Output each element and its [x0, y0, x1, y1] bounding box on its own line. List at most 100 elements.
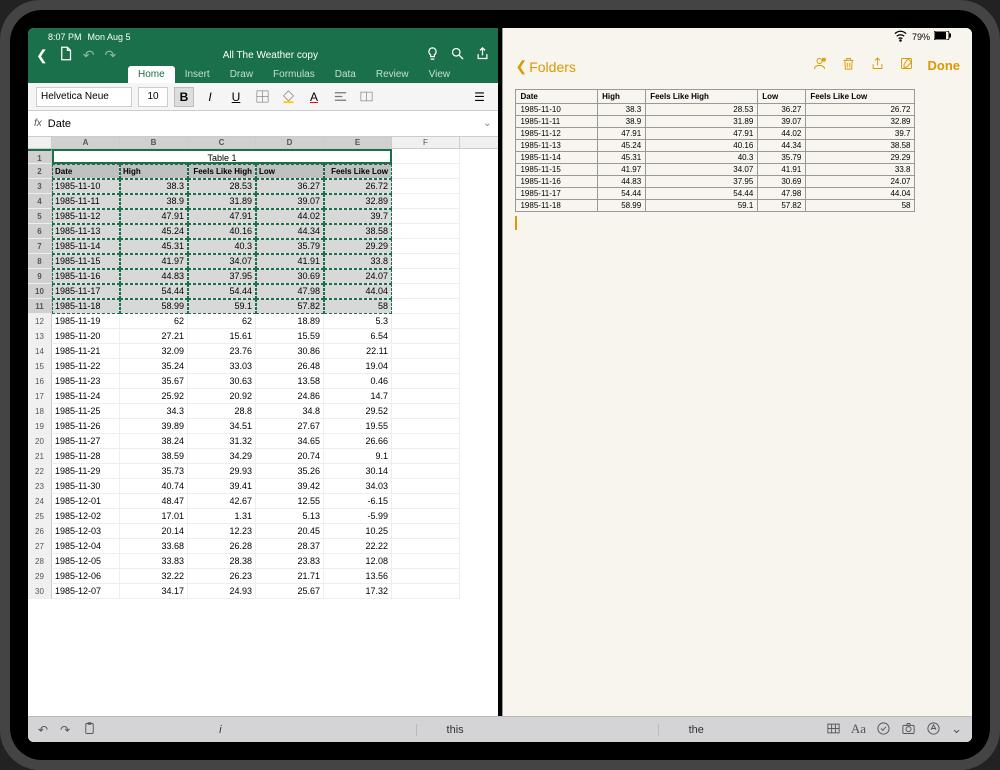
table-cell[interactable]: 13.56 — [324, 569, 392, 584]
table-cell[interactable]: 1985-11-25 — [52, 404, 120, 419]
table-cell[interactable]: 20.92 — [188, 389, 256, 404]
table-cell[interactable]: 36.27 — [256, 179, 324, 194]
table-cell[interactable]: 25.92 — [120, 389, 188, 404]
table-cell[interactable]: 23.76 — [188, 344, 256, 359]
markup-icon[interactable] — [926, 721, 941, 739]
header-cell[interactable]: Feels Like High — [188, 164, 256, 179]
table-cell[interactable]: 44.02 — [256, 209, 324, 224]
column-header[interactable]: F — [392, 137, 460, 148]
table-cell[interactable]: 1985-12-07 — [52, 584, 120, 599]
borders-button[interactable] — [252, 87, 272, 107]
table-cell[interactable]: 1985-11-23 — [52, 374, 120, 389]
table-cell[interactable]: 19.04 — [324, 359, 392, 374]
table-cell[interactable]: 17.32 — [324, 584, 392, 599]
table-cell[interactable]: 1985-11-18 — [52, 299, 120, 314]
table-cell[interactable]: 30.86 — [256, 344, 324, 359]
tab-data[interactable]: Data — [325, 66, 366, 83]
table-cell[interactable]: 1985-11-26 — [52, 419, 120, 434]
column-header[interactable]: D — [256, 137, 324, 148]
table-cell[interactable]: 1985-12-06 — [52, 569, 120, 584]
table-cell[interactable]: 14.7 — [324, 389, 392, 404]
table-cell[interactable]: 37.95 — [188, 269, 256, 284]
table-cell[interactable]: 26.48 — [256, 359, 324, 374]
table-cell[interactable]: 21.71 — [256, 569, 324, 584]
kb-paste-icon[interactable] — [82, 721, 97, 739]
table-cell[interactable]: 39.42 — [256, 479, 324, 494]
table-cell[interactable]: 32.09 — [120, 344, 188, 359]
kb-redo-icon[interactable]: ↷ — [60, 723, 70, 737]
tab-insert[interactable]: Insert — [175, 66, 220, 83]
table-cell[interactable]: 1985-11-11 — [52, 194, 120, 209]
share-icon[interactable] — [475, 46, 490, 64]
table-cell[interactable]: 33.03 — [188, 359, 256, 374]
table-cell[interactable]: 1985-11-24 — [52, 389, 120, 404]
merge-button[interactable] — [356, 87, 376, 107]
table-cell[interactable]: 26.66 — [324, 434, 392, 449]
table-cell[interactable]: 1985-11-12 — [52, 209, 120, 224]
collapse-icon[interactable]: ⌄ — [951, 721, 962, 739]
table-cell[interactable]: 47.91 — [188, 209, 256, 224]
table-cell[interactable]: 1985-11-15 — [52, 254, 120, 269]
table-cell[interactable]: 15.61 — [188, 329, 256, 344]
suggestion[interactable]: this — [416, 724, 494, 736]
table-cell[interactable]: 1985-11-16 — [52, 269, 120, 284]
table-cell[interactable]: 22.22 — [324, 539, 392, 554]
folders-back-button[interactable]: ❮ Folders — [515, 58, 575, 75]
collaborate-icon[interactable] — [812, 56, 827, 75]
table-cell[interactable]: 47.91 — [120, 209, 188, 224]
table-cell[interactable]: 9.1 — [324, 449, 392, 464]
table-cell[interactable]: 58 — [324, 299, 392, 314]
redo-icon[interactable]: ↷ — [104, 47, 116, 64]
table-cell[interactable]: 12.08 — [324, 554, 392, 569]
table-cell[interactable]: 28.8 — [188, 404, 256, 419]
done-button[interactable]: Done — [928, 58, 961, 73]
table-cell[interactable]: 12.55 — [256, 494, 324, 509]
table-cell[interactable]: 23.83 — [256, 554, 324, 569]
table-cell[interactable]: 19.55 — [324, 419, 392, 434]
table-cell[interactable]: 13.58 — [256, 374, 324, 389]
table-cell[interactable]: 40.16 — [188, 224, 256, 239]
table-cell[interactable]: 1985-11-27 — [52, 434, 120, 449]
table-cell[interactable]: 22.11 — [324, 344, 392, 359]
tab-draw[interactable]: Draw — [220, 66, 263, 83]
table-icon[interactable] — [826, 721, 841, 739]
suggestion[interactable]: i — [189, 724, 251, 736]
bold-button[interactable]: B — [174, 87, 194, 107]
table-cell[interactable]: 39.89 — [120, 419, 188, 434]
table-cell[interactable]: 48.47 — [120, 494, 188, 509]
table-cell[interactable]: 34.8 — [256, 404, 324, 419]
formula-input[interactable] — [48, 118, 477, 130]
table-cell[interactable]: 44.04 — [324, 284, 392, 299]
tab-home[interactable]: Home — [128, 66, 175, 83]
table-cell[interactable]: 1985-11-19 — [52, 314, 120, 329]
table-cell[interactable]: 39.07 — [256, 194, 324, 209]
table-cell[interactable]: 1985-11-22 — [52, 359, 120, 374]
align-button[interactable] — [330, 87, 350, 107]
table-cell[interactable]: 34.3 — [120, 404, 188, 419]
tab-view[interactable]: View — [419, 66, 461, 83]
table-cell[interactable]: 47.98 — [256, 284, 324, 299]
table-cell[interactable]: 1985-11-28 — [52, 449, 120, 464]
checklist-icon[interactable] — [876, 721, 891, 739]
table-cell[interactable]: 45.31 — [120, 239, 188, 254]
table-cell[interactable]: 26.23 — [188, 569, 256, 584]
table-cell[interactable]: 25.67 — [256, 584, 324, 599]
table-cell[interactable]: 62 — [188, 314, 256, 329]
table-cell[interactable]: 40.3 — [188, 239, 256, 254]
table-cell[interactable]: 41.97 — [120, 254, 188, 269]
table-cell[interactable]: 33.8 — [324, 254, 392, 269]
table-cell[interactable]: 1.31 — [188, 509, 256, 524]
format-icon[interactable]: Aa — [851, 721, 866, 739]
table-cell[interactable]: 1985-11-14 — [52, 239, 120, 254]
more-icon[interactable]: ☰ — [470, 87, 490, 107]
table-cell[interactable]: 35.26 — [256, 464, 324, 479]
table-cell[interactable]: 18.89 — [256, 314, 324, 329]
table-cell[interactable]: 34.07 — [188, 254, 256, 269]
fill-color-button[interactable] — [278, 87, 298, 107]
table-cell[interactable]: 38.59 — [120, 449, 188, 464]
table-cell[interactable]: 24.07 — [324, 269, 392, 284]
table-cell[interactable]: 0.46 — [324, 374, 392, 389]
trash-icon[interactable] — [841, 56, 856, 75]
table-cell[interactable]: 38.58 — [324, 224, 392, 239]
italic-button[interactable]: I — [200, 87, 220, 107]
